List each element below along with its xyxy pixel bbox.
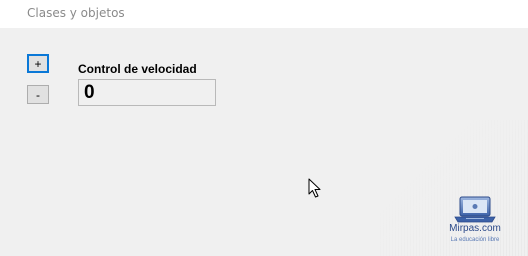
title-bar[interactable]: Clases y objetos [0, 0, 528, 28]
laptop-logo-icon [454, 196, 496, 223]
watermark-name: Mirpas.com [449, 223, 501, 234]
speed-value: 0 [84, 82, 95, 103]
watermark: Mirpas.com La educación libre [444, 195, 506, 249]
speed-label: Control de velocidad [78, 62, 197, 76]
app-window: Clases y objetos + - Control de velocida… [0, 0, 528, 256]
decrease-speed-button[interactable]: - [27, 85, 49, 104]
window-title: Clases y objetos [27, 6, 125, 20]
arrow-cursor-icon [308, 178, 321, 198]
watermark-tagline: La educación libre [450, 237, 500, 243]
increase-speed-button[interactable]: + [27, 54, 49, 73]
speed-display: 0 [78, 79, 216, 106]
